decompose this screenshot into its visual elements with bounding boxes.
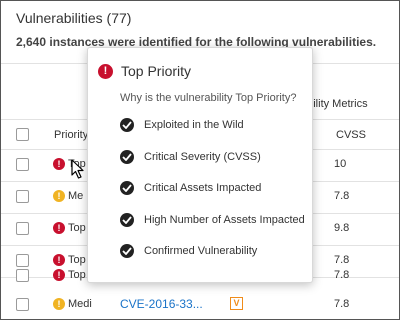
mouse-pointer-icon: [71, 159, 84, 179]
exclamation-circle-icon: !: [53, 222, 65, 234]
column-header-priority[interactable]: Priority: [54, 129, 88, 141]
check-circle-icon: [120, 150, 134, 164]
exclamation-circle-icon: !: [98, 64, 113, 79]
page-title: Vulnerabilities (77): [16, 10, 132, 26]
priority-label: Me: [68, 190, 84, 202]
select-all-checkbox[interactable]: [16, 128, 29, 141]
popover-question: Why is the vulnerability Top Priority?: [120, 92, 297, 104]
vulnerability-badge: V: [230, 297, 243, 310]
check-circle-icon: [120, 244, 134, 258]
top-priority-popover: ! Top Priority Why is the vulnerability …: [87, 47, 313, 283]
exclamation-circle-icon: !: [53, 254, 65, 266]
check-circle-icon: [120, 118, 134, 132]
reason-label: Confirmed Vulnerability: [144, 245, 258, 257]
cve-link[interactable]: CVE-2016-33...: [120, 297, 203, 311]
reason-label: High Number of Assets Impacted: [144, 214, 305, 226]
priority-label: Top: [68, 222, 86, 234]
cvss-score: 7.8: [334, 298, 350, 310]
cvss-score: 7.8: [334, 190, 350, 202]
row-checkbox[interactable]: [16, 269, 29, 282]
cvss-score: 10: [334, 158, 347, 170]
reason-label: Critical Severity (CVSS): [144, 151, 261, 163]
row-checkbox[interactable]: [16, 158, 29, 171]
priority-label: Medi: [68, 298, 92, 310]
exclamation-circle-icon: !: [53, 158, 65, 170]
priority-label: Top: [68, 254, 86, 266]
popover-title: Top Priority: [121, 63, 192, 79]
row-checkbox[interactable]: [16, 190, 29, 203]
check-circle-icon: [120, 213, 134, 227]
row-checkbox[interactable]: [16, 222, 29, 235]
reason-label: Exploited in the Wild: [144, 119, 244, 131]
vulnerabilities-panel: Vulnerabilities (77) 2,640 instances wer…: [0, 0, 400, 320]
priority-label: Top: [68, 269, 86, 281]
cvss-score: 9.8: [334, 222, 350, 234]
row-checkbox[interactable]: [16, 254, 29, 267]
row-checkbox[interactable]: [16, 298, 29, 311]
check-circle-icon: [120, 181, 134, 195]
exclamation-circle-icon: !: [53, 298, 65, 310]
reason-label: Critical Assets Impacted: [144, 182, 262, 194]
column-header-cvss[interactable]: CVSS: [336, 129, 366, 141]
exclamation-circle-icon: !: [53, 190, 65, 202]
exclamation-circle-icon: !: [53, 269, 65, 281]
cvss-score: 7.8: [334, 254, 350, 266]
cvss-score: 7.8: [334, 269, 350, 281]
